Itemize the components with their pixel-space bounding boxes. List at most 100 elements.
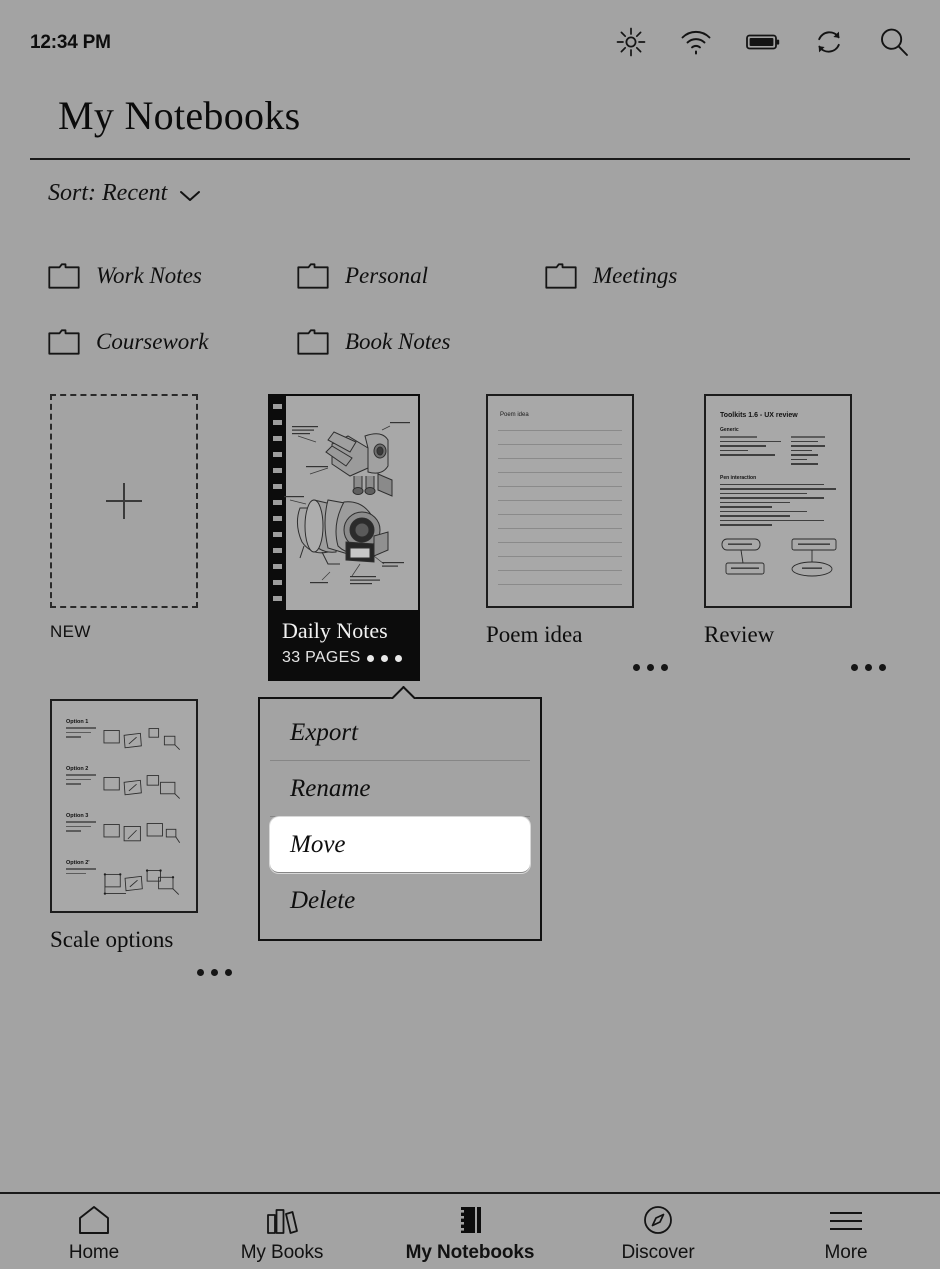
option-block: Option 1	[66, 719, 182, 757]
new-notebook-button[interactable]	[50, 394, 198, 608]
notebook-page-count: 33 PAGES	[282, 649, 361, 667]
option-block: Option 2'	[66, 860, 182, 900]
sketch-page: Option 1 Option 2 Option 3 Option 2'	[52, 701, 196, 911]
notebook-title: Poem idea	[486, 622, 583, 647]
folder-item-book-notes[interactable]: Book Notes	[297, 329, 545, 355]
notebook-row: NEW Daily Notes 33 PAGES Poem idea Poem …	[0, 394, 940, 699]
page-title: My Notebooks	[58, 93, 301, 138]
new-notebook-label: NEW	[50, 622, 91, 641]
compass-icon	[642, 1205, 674, 1235]
context-menu: Export Rename Move Delete	[258, 697, 542, 941]
sync-icon[interactable]	[814, 27, 844, 57]
notebook-thumbnail-review: Toolkits 1.6 - UX review Generic Pen int…	[704, 394, 852, 608]
mechanical-sketch	[284, 422, 410, 585]
option-title: Option 1	[66, 719, 89, 725]
ruled-lines	[498, 430, 622, 598]
option-title: Option 2	[66, 766, 89, 772]
notebook-subrow	[694, 660, 904, 675]
sort-control[interactable]: Sort: Recent	[48, 180, 201, 207]
notebook-title: Daily Notes	[282, 618, 388, 643]
folder-label: Personal	[345, 263, 429, 288]
sort-label: Sort: Recent	[48, 180, 168, 206]
notebook-card-daily-notes[interactable]: Daily Notes 33 PAGES	[268, 394, 420, 682]
chevron-down-icon	[179, 185, 201, 203]
context-menu-item-delete[interactable]: Delete	[270, 873, 530, 929]
folder-icon	[297, 263, 329, 289]
folder-row: Work Notes Personal Meetings	[0, 243, 940, 309]
notebook-overflow-menu-button[interactable]	[847, 660, 890, 675]
thumbnail-heading: Toolkits 1.6 - UX review	[720, 412, 798, 419]
nav-item-discover[interactable]: Discover	[564, 1199, 752, 1264]
folder-icon	[48, 263, 80, 289]
doc-column-right	[791, 436, 836, 468]
nav-item-my-notebooks[interactable]: My Notebooks	[376, 1199, 564, 1264]
notebook-thumbnail-poem-idea: Poem idea	[486, 394, 634, 608]
new-notebook-cell: NEW	[40, 394, 250, 642]
notebook-subrow	[476, 660, 686, 675]
nav-label: My Books	[240, 1242, 324, 1263]
thumbnail-flow-diagram	[721, 538, 837, 576]
doc-columns	[720, 436, 836, 468]
notebook-thumbnail-daily-notes	[270, 396, 418, 610]
status-icon-group	[616, 26, 910, 58]
nav-item-more[interactable]: More	[752, 1199, 940, 1264]
brightness-icon[interactable]	[616, 27, 646, 57]
notebook-icon	[454, 1205, 486, 1235]
notebook-subrow: 33 PAGES	[282, 649, 406, 667]
doc-column-left	[720, 436, 782, 468]
context-menu-item-move[interactable]: Move	[270, 817, 530, 873]
home-icon	[77, 1205, 111, 1235]
bottom-navigation: Home My Books My Notebooks Discover More	[0, 1192, 940, 1269]
folder-label: Coursework	[96, 329, 209, 354]
status-time: 12:34 PM	[30, 32, 111, 53]
lined-page: Poem idea	[488, 396, 632, 606]
option-title: Option 2'	[66, 860, 90, 866]
nav-label: More	[824, 1242, 868, 1263]
nav-item-home[interactable]: Home	[0, 1199, 188, 1264]
thumbnail-section-2: Pen interaction	[720, 474, 757, 481]
notebook-title: Review	[704, 622, 775, 647]
folder-item-work-notes[interactable]: Work Notes	[48, 263, 297, 289]
notebook-overflow-menu-button[interactable]	[629, 660, 672, 675]
search-icon[interactable]	[878, 26, 910, 58]
nav-label: My Notebooks	[405, 1242, 535, 1263]
books-icon	[265, 1205, 299, 1235]
folder-label: Meetings	[593, 263, 678, 288]
option-title: Option 3	[66, 813, 89, 819]
thumbnail-section-1: Generic	[720, 427, 739, 433]
notebook-subrow	[40, 965, 250, 980]
thumbnail-heading: Poem idea	[500, 412, 529, 418]
battery-icon[interactable]	[746, 32, 780, 52]
context-menu-caret	[390, 686, 416, 699]
folder-label: Book Notes	[345, 329, 451, 354]
folder-list: Work Notes Personal Meetings Coursework …	[0, 243, 940, 375]
notebook-meta-daily-notes: Daily Notes 33 PAGES	[270, 610, 418, 680]
status-bar: 12:34 PM	[0, 0, 940, 84]
notebook-thumbnail-scale-options: Option 1 Option 2 Option 3 Option 2'	[50, 699, 198, 913]
wifi-icon[interactable]	[680, 29, 712, 55]
folder-row: Coursework Book Notes	[0, 309, 940, 375]
folder-icon	[297, 329, 329, 355]
nav-label: Discover	[621, 1242, 695, 1263]
notebook-card-poem-idea[interactable]: Poem idea Poem idea	[476, 394, 686, 675]
doc-body-lines	[720, 483, 836, 526]
notebook-card-scale-options[interactable]: Option 1 Option 2 Option 3 Option 2' Sca…	[40, 699, 250, 980]
folder-item-personal[interactable]: Personal	[297, 263, 545, 289]
title-divider	[30, 158, 910, 160]
document-page: Toolkits 1.6 - UX review Generic Pen int…	[706, 396, 850, 606]
folder-item-coursework[interactable]: Coursework	[48, 329, 297, 355]
context-menu-item-rename[interactable]: Rename	[270, 761, 530, 817]
folder-icon	[545, 263, 577, 289]
folder-item-meetings[interactable]: Meetings	[545, 263, 805, 289]
nav-item-my-books[interactable]: My Books	[188, 1199, 376, 1264]
option-block: Option 2	[66, 766, 182, 804]
notebook-overflow-menu-button[interactable]	[193, 965, 236, 980]
nav-label: Home	[68, 1242, 120, 1263]
notebook-overflow-menu-button[interactable]	[363, 651, 406, 666]
context-menu-item-export[interactable]: Export	[270, 705, 530, 761]
plus-icon	[106, 483, 142, 519]
folder-icon	[48, 329, 80, 355]
hamburger-icon	[828, 1205, 864, 1235]
notebook-card-review[interactable]: Toolkits 1.6 - UX review Generic Pen int…	[694, 394, 904, 675]
notebook-title: Scale options	[50, 927, 174, 952]
